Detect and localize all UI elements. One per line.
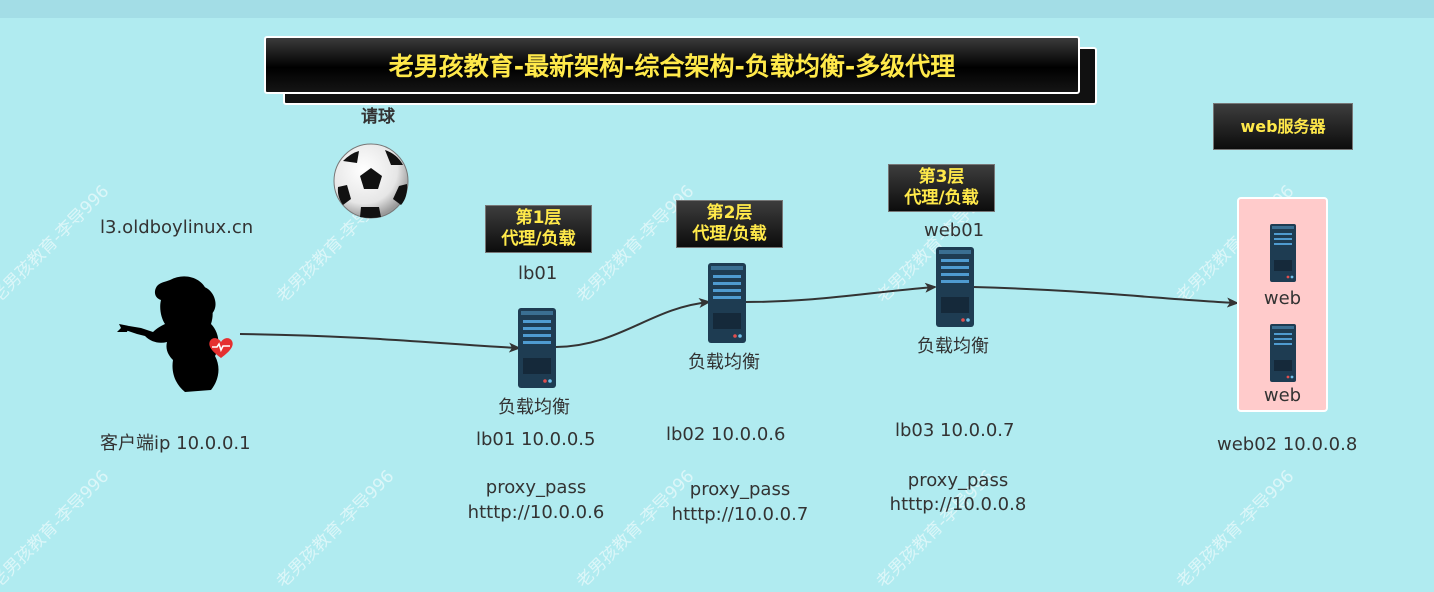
arrow-lb03-to-web xyxy=(972,286,1239,308)
tier1-badge-line1: 第1层 xyxy=(515,208,562,228)
tier1-proxy-label: proxy_pass xyxy=(485,477,587,498)
tier3-role: 负载均衡 xyxy=(917,336,989,357)
tier2-badge-line1: 第2层 xyxy=(706,203,753,223)
tier2-ip: lb02 10.0.0.6 xyxy=(666,424,786,445)
arrow-lb01-to-lb02 xyxy=(555,298,711,348)
web-servers-badge: web服务器 xyxy=(1213,103,1353,150)
client-domain: l3.oldboylinux.cn xyxy=(100,217,254,238)
tier2-badge-line2: 代理/负载 xyxy=(692,224,767,244)
ball-label: 请球 xyxy=(361,107,395,127)
arrow-lb02-to-lb03 xyxy=(744,282,937,303)
tier3-badge-line2: 代理/负载 xyxy=(904,188,979,208)
tier2-proxy-label: proxy_pass xyxy=(689,479,791,500)
tier1-proxy-target: htttp://10.0.0.6 xyxy=(467,502,605,523)
web-server-ip: web02 10.0.0.8 xyxy=(1217,434,1358,455)
server-icon xyxy=(1270,224,1296,282)
heart-icon xyxy=(209,338,233,358)
tier1-badge-line2: 代理/负载 xyxy=(501,229,576,249)
tier3-name: web01 xyxy=(924,220,985,241)
tier1-ip: lb01 10.0.0.5 xyxy=(476,429,596,450)
tier1-badge: 第1层 代理/负载 xyxy=(485,205,592,253)
tier2-role: 负载均衡 xyxy=(688,352,760,373)
tier2-badge: 第2层 代理/负载 xyxy=(676,200,783,248)
soccer-ball-icon xyxy=(333,143,409,219)
web-server-label: web xyxy=(1263,288,1302,309)
tier3-badge: 第3层 代理/负载 xyxy=(888,164,995,212)
tier1-role: 负载均衡 xyxy=(498,397,570,418)
client-ip: 客户端ip 10.0.0.1 xyxy=(100,433,251,454)
client-silhouette-icon xyxy=(117,276,219,392)
tier1-name: lb01 xyxy=(518,263,558,284)
arrow-client-to-lb01 xyxy=(239,333,521,353)
server-icon xyxy=(1270,324,1296,382)
web-server-label: web xyxy=(1263,385,1302,406)
tier3-ip: lb03 10.0.0.7 xyxy=(895,420,1015,441)
tier3-badge-line1: 第3层 xyxy=(918,167,965,187)
server-icon xyxy=(708,263,746,343)
tier2-proxy-target: htttp://10.0.0.7 xyxy=(671,504,809,525)
server-icon xyxy=(936,247,974,327)
tier3-proxy-label: proxy_pass xyxy=(907,470,1009,491)
server-icon xyxy=(518,308,556,388)
tier3-proxy-target: htttp://10.0.0.8 xyxy=(889,494,1027,515)
